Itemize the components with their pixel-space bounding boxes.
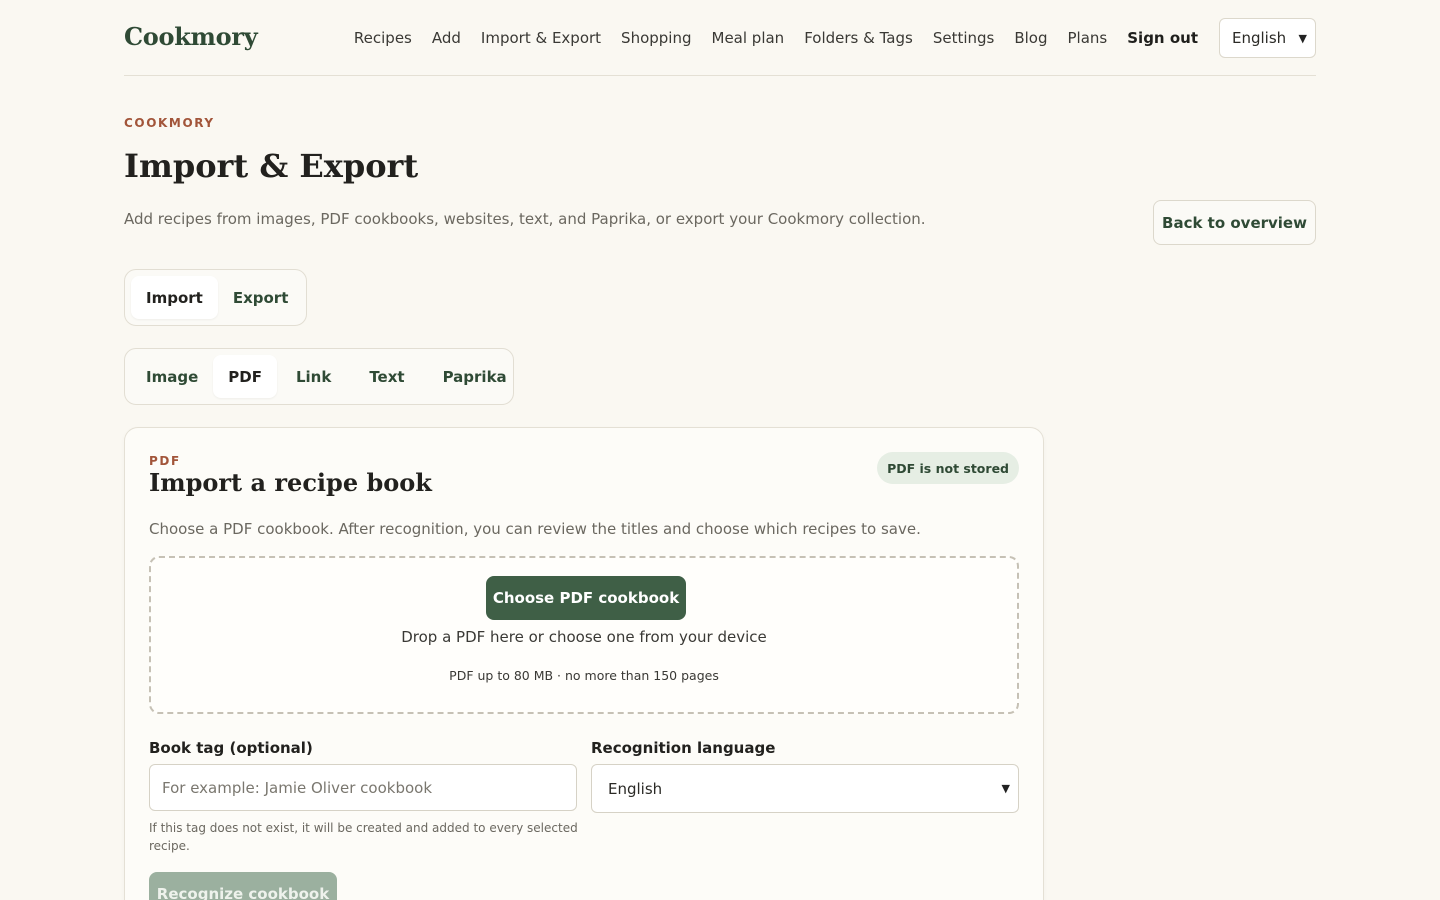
nav-settings[interactable]: Settings — [933, 29, 995, 47]
drop-zone-hint: PDF up to 80 MB · no more than 150 pages — [449, 668, 719, 683]
book-tag-help: If this tag does not exist, it will be c… — [149, 821, 578, 853]
site-header: Cookmory Recipes Add Import & Export Sho… — [124, 0, 1316, 76]
tab-paprika[interactable]: Paprika — [424, 355, 526, 398]
recognition-language-label: Recognition language — [591, 739, 776, 757]
book-tag-label: Book tag (optional) — [149, 739, 313, 757]
nav-plans[interactable]: Plans — [1068, 29, 1108, 47]
pdf-drop-zone[interactable]: Choose PDF cookbook Drop a PDF here or c… — [149, 556, 1019, 714]
book-tag-input[interactable] — [149, 764, 577, 811]
nav-recipes[interactable]: Recipes — [354, 29, 412, 47]
nav-import-export[interactable]: Import & Export — [481, 29, 601, 47]
nav-add[interactable]: Add — [432, 29, 461, 47]
recognition-language-select[interactable]: English ▼ — [591, 764, 1019, 813]
card-description: Choose a PDF cookbook. After recognition… — [149, 520, 921, 538]
language-select-value: English — [1232, 29, 1287, 47]
tab-image[interactable]: Image — [131, 355, 213, 398]
back-to-overview-button[interactable]: Back to overview — [1153, 200, 1316, 245]
source-tabs: Image PDF Link Text Paprika — [124, 348, 514, 405]
pdf-not-stored-badge: PDF is not stored — [877, 452, 1019, 484]
recognize-cookbook-button[interactable]: Recognize cookbook — [149, 872, 337, 900]
recognition-language-value: English — [608, 779, 663, 798]
main-nav: Recipes Add Import & Export Shopping Mea… — [354, 18, 1316, 58]
tab-link[interactable]: Link — [277, 355, 350, 398]
tab-text[interactable]: Text — [350, 355, 423, 398]
nav-folders-tags[interactable]: Folders & Tags — [804, 29, 913, 47]
card-eyebrow: PDF — [149, 454, 181, 468]
chevron-down-icon: ▼ — [1001, 782, 1010, 795]
page-subtitle: Add recipes from images, PDF cookbooks, … — [124, 210, 926, 228]
drop-zone-text: Drop a PDF here or choose one from your … — [401, 628, 767, 646]
card-title: Import a recipe book — [149, 468, 432, 497]
nav-shopping[interactable]: Shopping — [621, 29, 691, 47]
language-select[interactable]: English ▼ — [1219, 18, 1316, 58]
page-title: Import & Export — [124, 147, 419, 185]
chevron-down-icon: ▼ — [1298, 31, 1307, 45]
nav-meal-plan[interactable]: Meal plan — [712, 29, 785, 47]
tab-pdf[interactable]: PDF — [213, 355, 277, 398]
mode-tabs: Import Export — [124, 269, 307, 326]
tab-import[interactable]: Import — [131, 276, 218, 319]
choose-pdf-button[interactable]: Choose PDF cookbook — [486, 576, 686, 620]
nav-blog[interactable]: Blog — [1014, 29, 1047, 47]
tab-export[interactable]: Export — [218, 276, 304, 319]
brand-logo[interactable]: Cookmory — [124, 22, 258, 51]
pdf-import-card: PDF Import a recipe book PDF is not stor… — [124, 427, 1044, 900]
sign-out-link[interactable]: Sign out — [1127, 29, 1198, 47]
page-eyebrow: COOKMORY — [124, 116, 215, 130]
